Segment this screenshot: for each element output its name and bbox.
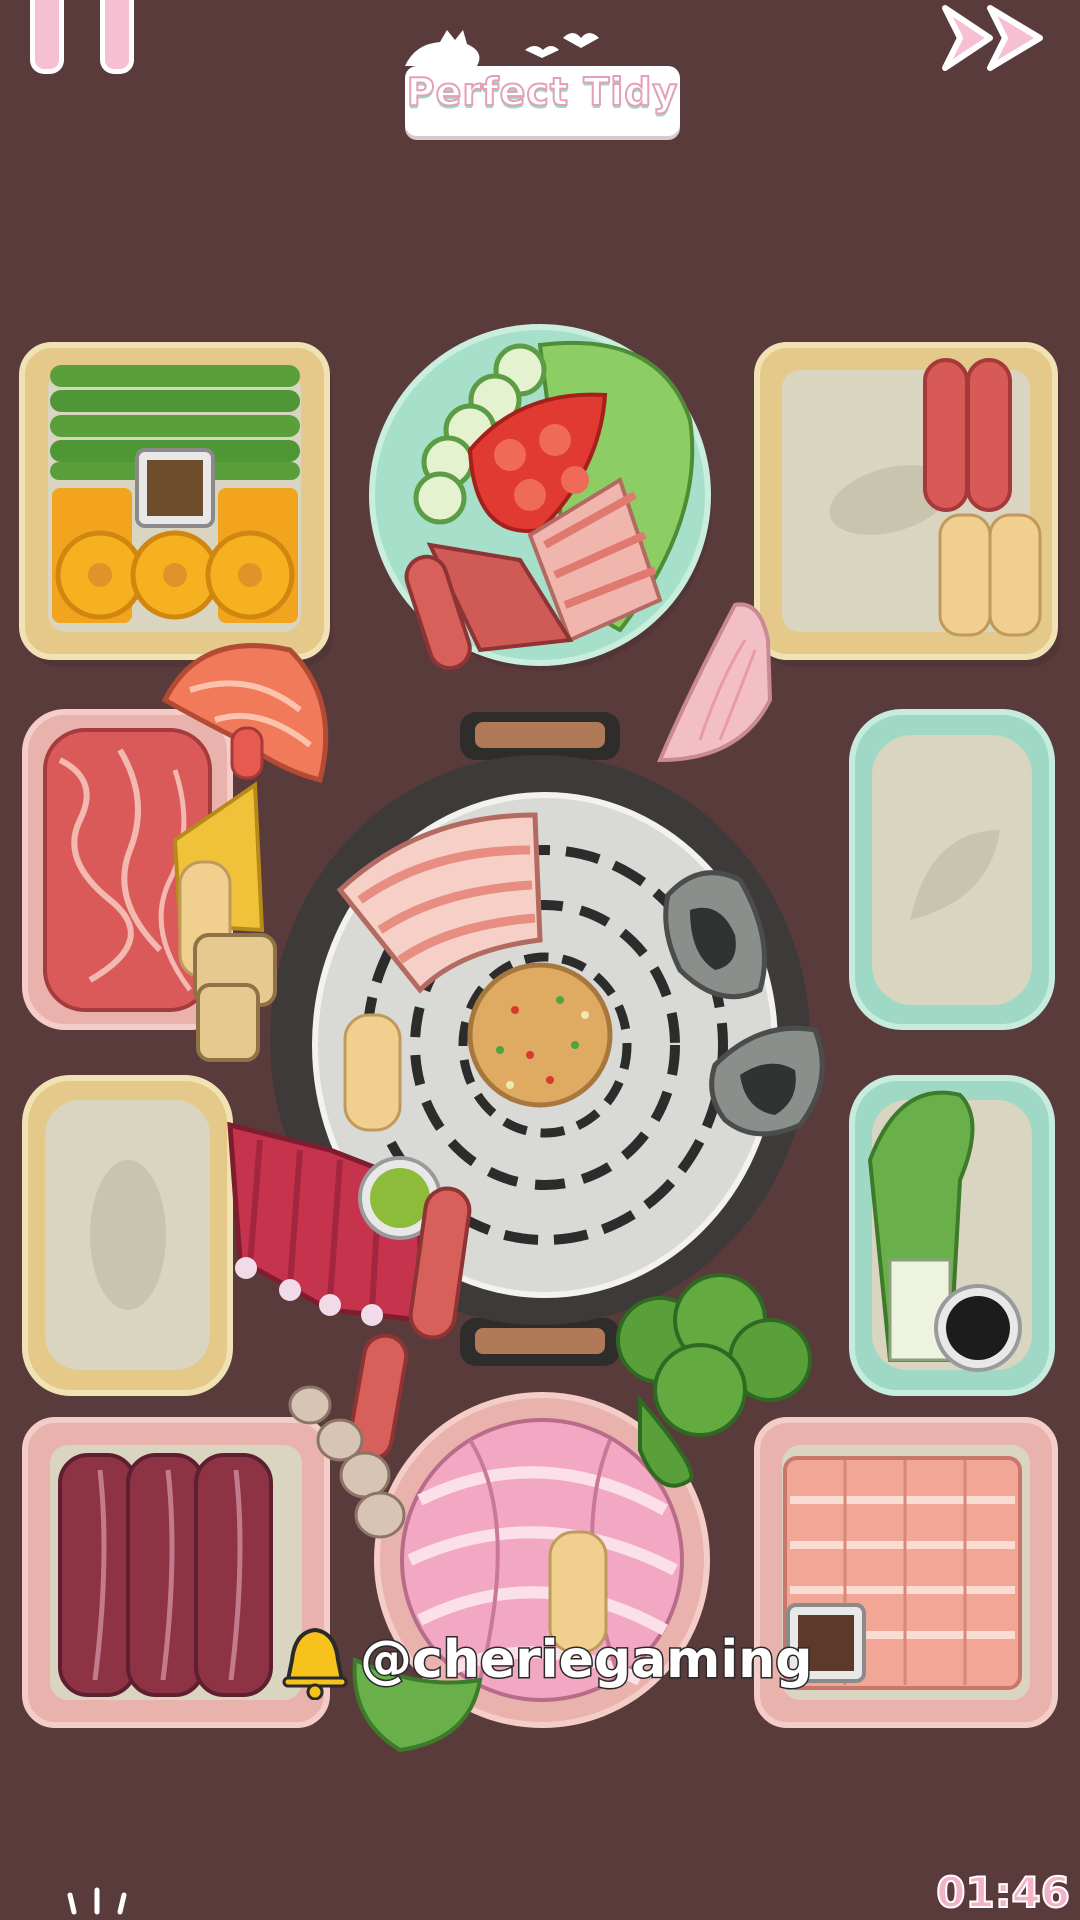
game-logo: Perfect Tidy [405, 22, 680, 136]
sausages[interactable] [923, 358, 1012, 512]
pause-button[interactable] [30, 0, 140, 80]
cat-bats-icon [405, 30, 599, 66]
soy-sauce[interactable] [934, 1284, 1022, 1372]
bell-icon [282, 1627, 348, 1700]
fried-rice[interactable] [467, 962, 613, 1108]
rice-cakes[interactable] [938, 513, 1042, 637]
page-indicator [67, 1887, 127, 1915]
tray-lower-left[interactable] [22, 1075, 233, 1396]
fast-forward-icon[interactable] [942, 5, 1043, 71]
watermark: @cheriegaming [280, 1620, 840, 1710]
game-title: Perfect Tidy [406, 69, 679, 115]
countdown-timer: 01:46 [935, 1867, 1071, 1918]
enoki-mushroom[interactable] [656, 602, 773, 763]
tray-mid-right[interactable] [849, 709, 1055, 1030]
plate-top-center[interactable] [369, 324, 712, 673]
tray-top-left[interactable] [19, 342, 333, 667]
rice-cake[interactable] [343, 1013, 402, 1132]
pause-icon [30, 0, 64, 74]
watermark-text: @cheriegaming [358, 1629, 813, 1692]
tray-top-right[interactable] [754, 342, 1061, 667]
fish-cakes[interactable] [193, 933, 277, 1062]
beef-slices[interactable] [58, 1453, 273, 1697]
tray-lower-right[interactable] [849, 1075, 1055, 1396]
